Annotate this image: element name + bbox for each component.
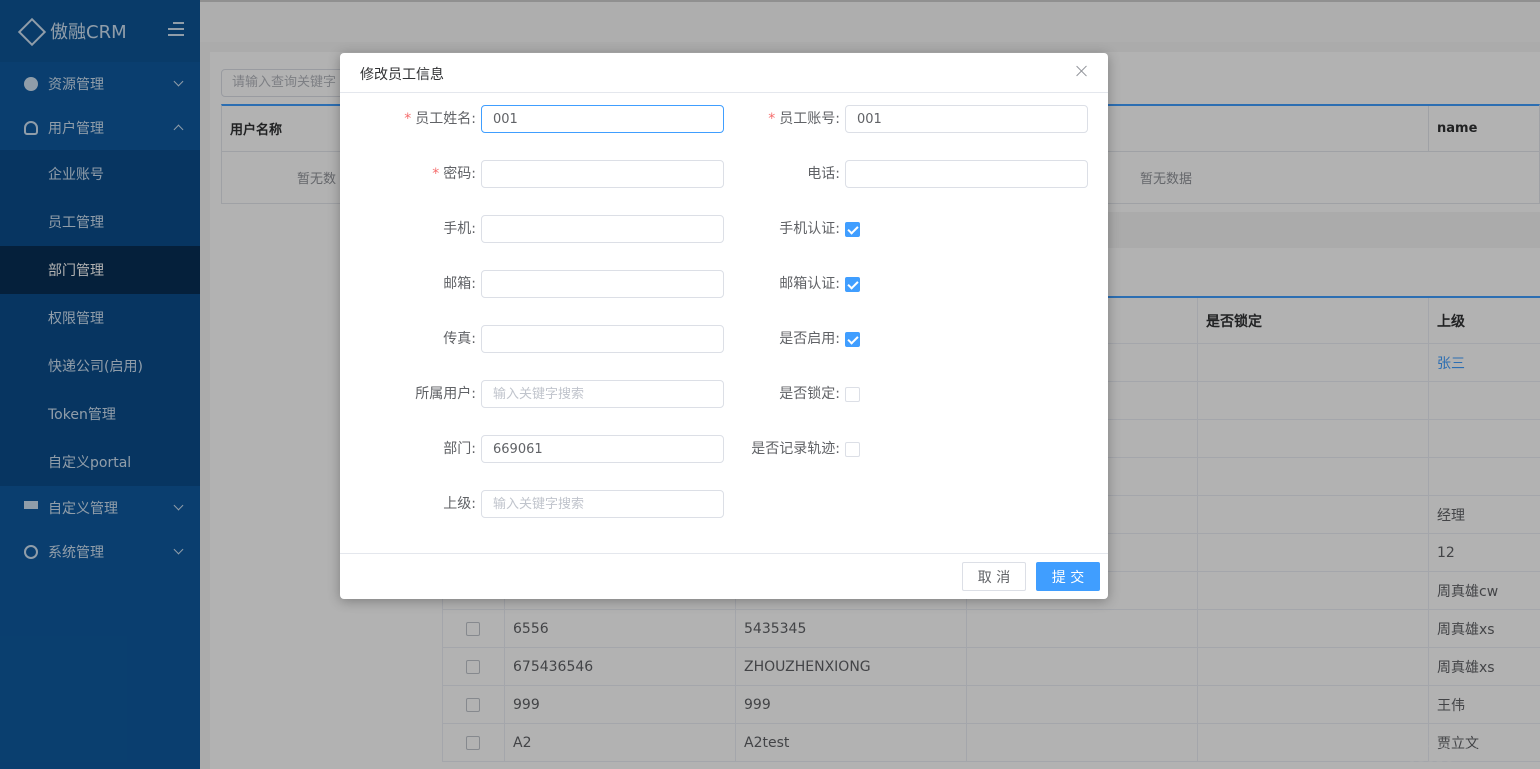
employee-name-input[interactable]	[481, 105, 724, 133]
label-text: 密码:	[443, 166, 476, 182]
fax-label: 传真:	[443, 331, 476, 347]
edit-employee-dialog: 修改员工信息 *员工姓名: *员工账号: *密码: 电话: 手机: 手机认证: …	[340, 53, 1108, 599]
enabled-checkbox[interactable]	[845, 332, 860, 347]
cancel-button[interactable]: 取 消	[962, 562, 1026, 591]
label-text: 员工姓名:	[415, 111, 476, 127]
close-icon[interactable]	[1076, 65, 1088, 77]
owner-user-search-input[interactable]	[481, 380, 724, 408]
mobile-label: 手机:	[443, 221, 476, 237]
mobile-verified-checkbox[interactable]	[845, 222, 860, 237]
track-record-checkbox[interactable]	[845, 442, 860, 457]
required-mark: *	[432, 166, 440, 182]
superior-label: 上级:	[443, 496, 476, 512]
email-input[interactable]	[481, 270, 724, 298]
phone-input[interactable]	[845, 160, 1088, 188]
required-mark: *	[768, 111, 776, 127]
employee-account-input[interactable]	[845, 105, 1088, 133]
mobile-input[interactable]	[481, 215, 724, 243]
submit-button[interactable]: 提 交	[1036, 562, 1100, 591]
divider	[340, 92, 1108, 93]
label-text: 员工账号:	[779, 111, 840, 127]
employee-account-label: * 员工账号:	[740, 105, 840, 133]
required-mark: *	[404, 111, 412, 127]
phone-label: 电话:	[807, 166, 840, 182]
enabled-label: 是否启用:	[779, 331, 840, 347]
divider	[340, 553, 1108, 554]
password-input[interactable]	[481, 160, 724, 188]
email-verified-label: 邮箱认证:	[779, 276, 840, 292]
fax-input[interactable]	[481, 325, 724, 353]
dialog-title: 修改员工信息	[360, 67, 444, 83]
password-label: * 密码:	[380, 160, 476, 188]
locked-checkbox[interactable]	[845, 387, 860, 402]
employee-name-label: * 员工姓名:	[380, 105, 476, 133]
locked-label: 是否锁定:	[779, 386, 840, 402]
department-label: 部门:	[443, 441, 476, 457]
email-label: 邮箱:	[443, 276, 476, 292]
email-verified-checkbox[interactable]	[845, 277, 860, 292]
mobile-verified-label: 手机认证:	[779, 221, 840, 237]
superior-search-input[interactable]	[481, 490, 724, 518]
department-input[interactable]	[481, 435, 724, 463]
track-record-label: 是否记录轨迹:	[751, 441, 840, 457]
owner-user-label: 所属用户:	[415, 386, 476, 402]
